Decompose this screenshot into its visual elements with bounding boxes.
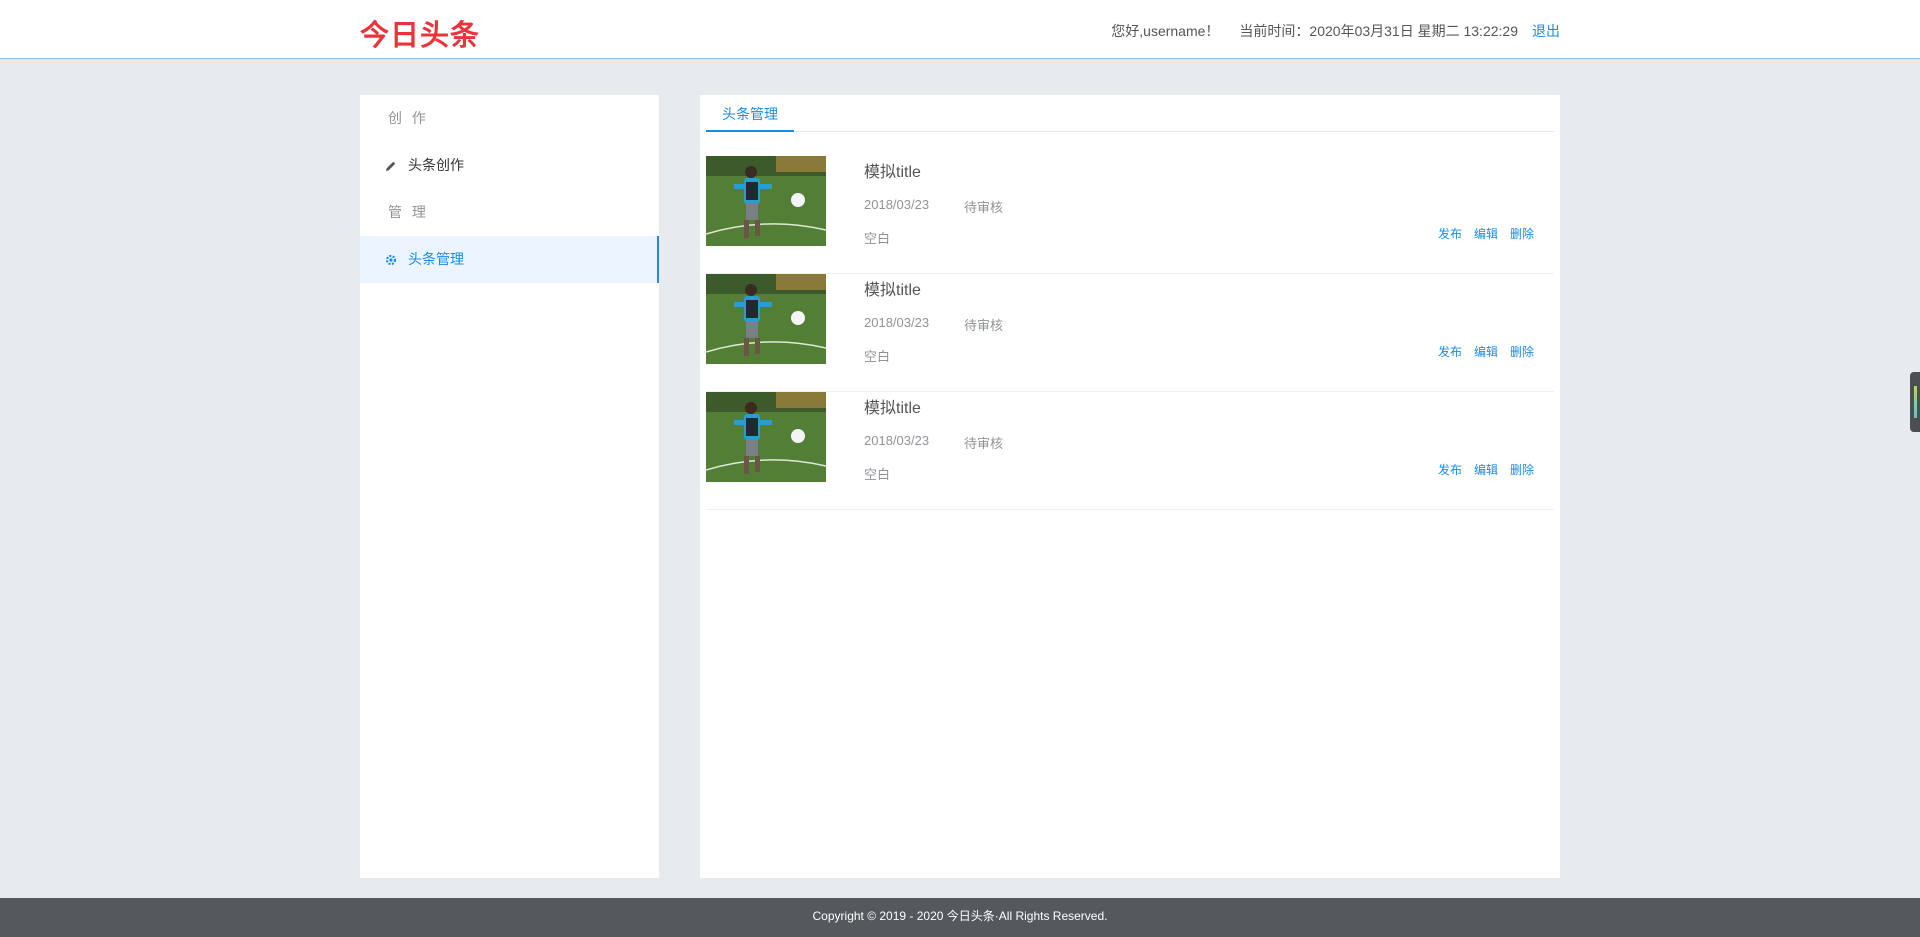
edit-button[interactable]: 编辑 (1474, 225, 1498, 242)
logo[interactable]: 今日头条 (360, 12, 480, 54)
article-summary: 空白 (864, 231, 891, 246)
status-badge: 待审核 (964, 318, 1004, 333)
sidebar-item-label: 头条创作 (408, 157, 464, 173)
article-summary: 空白 (864, 349, 891, 364)
list-item: 模拟title 2018/03/23 待审核 空白 发布 编辑 删除 (706, 156, 1554, 274)
side-widget-handle[interactable] (1910, 372, 1920, 432)
article-actions: 发布 编辑 删除 (1438, 461, 1534, 478)
header-info: 您好,username！ 当前时间： 2020年03月31日 星期二 13:22… (1111, 21, 1560, 41)
article-actions: 发布 编辑 删除 (1438, 225, 1534, 242)
article-title[interactable]: 模拟title (864, 158, 921, 182)
current-time: 2020年03月31日 星期二 13:22:29 (1309, 23, 1518, 39)
sidebar-item-create-article[interactable]: 头条创作 (360, 142, 659, 189)
article-date: 2018/03/23 (864, 315, 930, 330)
widget-indicator-icon (1914, 386, 1917, 418)
sidebar: 创 作 头条创作 管 理 头条管理 (360, 95, 659, 878)
pencil-icon (385, 142, 397, 189)
copyright-text: Copyright © 2019 - 2020 今日头条·All Rights … (812, 909, 1108, 923)
publish-button[interactable]: 发布 (1438, 343, 1462, 360)
delete-button[interactable]: 删除 (1510, 343, 1534, 360)
article-thumbnail[interactable] (706, 274, 826, 364)
article-list: 模拟title 2018/03/23 待审核 空白 发布 编辑 删除 模拟tit… (706, 156, 1554, 510)
list-item: 模拟title 2018/03/23 待审核 空白 发布 编辑 删除 (706, 274, 1554, 392)
sidebar-item-manage-articles[interactable]: 头条管理 (360, 236, 659, 283)
tab-article-management[interactable]: 头条管理 (706, 104, 794, 132)
article-title[interactable]: 模拟title (864, 394, 921, 418)
publish-button[interactable]: 发布 (1438, 225, 1462, 242)
article-summary: 空白 (864, 467, 891, 482)
status-badge: 待审核 (964, 200, 1004, 215)
edit-button[interactable]: 编辑 (1474, 461, 1498, 478)
article-title[interactable]: 模拟title (864, 276, 921, 300)
edit-button[interactable]: 编辑 (1474, 343, 1498, 360)
sidebar-group-create: 创 作 (388, 110, 429, 126)
gear-icon (385, 236, 397, 283)
publish-button[interactable]: 发布 (1438, 461, 1462, 478)
article-date: 2018/03/23 (864, 197, 930, 212)
page-footer: Copyright © 2019 - 2020 今日头条·All Rights … (0, 898, 1920, 937)
delete-button[interactable]: 删除 (1510, 225, 1534, 242)
greeting-text: 您好,username！ (1111, 23, 1220, 39)
sidebar-group-manage: 管 理 (388, 204, 429, 220)
sidebar-item-label: 头条管理 (408, 251, 464, 267)
logout-link[interactable]: 退出 (1532, 21, 1560, 41)
article-thumbnail[interactable] (706, 156, 826, 246)
top-header: 今日头条 您好,username！ 当前时间： 2020年03月31日 星期二 … (0, 0, 1920, 59)
article-date: 2018/03/23 (864, 433, 930, 448)
tab-bar: 头条管理 (706, 104, 1554, 132)
article-actions: 发布 编辑 删除 (1438, 343, 1534, 360)
main-panel: 头条管理 模拟title 2018/03/23 待审核 空白 发布 编辑 删除 … (700, 95, 1560, 878)
article-thumbnail[interactable] (706, 392, 826, 482)
delete-button[interactable]: 删除 (1510, 461, 1534, 478)
time-label: 当前时间： (1239, 23, 1310, 39)
list-item: 模拟title 2018/03/23 待审核 空白 发布 编辑 删除 (706, 392, 1554, 510)
status-badge: 待审核 (964, 436, 1004, 451)
